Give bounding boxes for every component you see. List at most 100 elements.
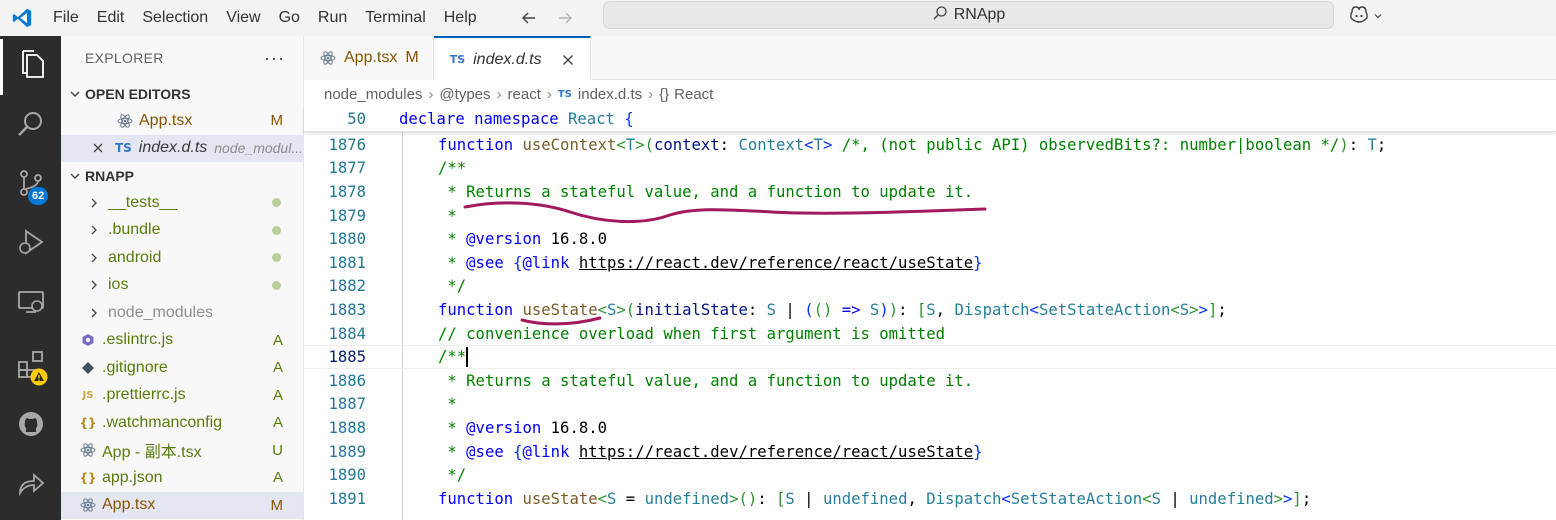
folder-item[interactable]: android: [61, 244, 303, 272]
project-section[interactable]: RNAPP: [61, 162, 303, 189]
code-row[interactable]: 1889 * @see {@link https://react.dev/ref…: [304, 440, 1556, 464]
breadcrumb-item[interactable]: node_modules: [324, 86, 422, 103]
code-row[interactable]: 1886 * Returns a stateful value, and a f…: [304, 369, 1556, 393]
open-editors-section[interactable]: OPEN EDITORS: [61, 80, 303, 107]
activity-bar: 62: [0, 36, 61, 520]
code-row[interactable]: 1877 /**: [304, 157, 1556, 181]
code-line: * @see {@link https://react.dev/referenc…: [438, 253, 983, 272]
git-status-badge: A: [272, 386, 283, 404]
open-editor-item[interactable]: TS index.d.ts node_modul...: [61, 134, 303, 162]
run-debug-icon: [16, 227, 46, 261]
code-row[interactable]: 1881 * @see {@link https://react.dev/ref…: [304, 251, 1556, 275]
file-name: .watchmanconfig: [102, 413, 223, 431]
text-cursor: [466, 347, 469, 368]
chevron-down-icon: [1373, 8, 1383, 25]
warning-icon: [30, 368, 48, 386]
breadcrumb-item[interactable]: react: [508, 86, 541, 103]
line-number: 1882: [328, 277, 366, 296]
breadcrumb-item[interactable]: index.d.ts: [578, 86, 642, 103]
sticky-scroll-line[interactable]: 50 declare namespace React {: [304, 108, 1556, 132]
code-line: function useContext<T>(context: Context<…: [438, 135, 1387, 154]
remote-explorer-activity-button[interactable]: [0, 276, 61, 332]
chevron-right-icon: ›: [648, 85, 654, 103]
file-item[interactable]: .gitignore A: [61, 354, 303, 382]
extensions-activity-button[interactable]: [0, 338, 61, 394]
folder-item[interactable]: node_modules: [61, 299, 303, 327]
github-activity-button[interactable]: [0, 398, 61, 454]
code-row-current[interactable]: 1885 /**: [304, 345, 1556, 369]
open-editor-name: index.d.ts: [138, 139, 208, 157]
file-item[interactable]: {} .watchmanconfig A: [61, 409, 303, 437]
source-control-activity-button[interactable]: 62: [0, 157, 61, 213]
tab-label: index.d.ts: [473, 50, 542, 68]
menu-file[interactable]: File: [44, 0, 88, 36]
menu-view[interactable]: View: [217, 0, 269, 36]
file-item[interactable]: .eslintrc.js A: [61, 327, 303, 355]
open-editor-item[interactable]: App.tsx M: [61, 107, 303, 135]
code-row[interactable]: 1878 * Returns a stateful value, and a f…: [304, 180, 1556, 204]
git-status-badge: M: [270, 112, 284, 130]
code-line: // convenience overload when first argum…: [438, 324, 945, 343]
code-row[interactable]: 1887 *: [304, 393, 1556, 417]
tab-app-tsx[interactable]: App.tsx M: [304, 36, 434, 80]
folder-name: __tests__: [108, 193, 178, 211]
breadcrumb-item[interactable]: React: [674, 86, 713, 103]
arrow-right-icon[interactable]: [554, 7, 576, 29]
file-item[interactable]: App - 副本.tsx U: [61, 437, 303, 465]
menu-bar: File Edit Selection View Go Run Terminal…: [44, 0, 486, 36]
chevron-right-icon: ›: [546, 85, 552, 103]
folder-name: .bundle: [108, 221, 161, 239]
code-row[interactable]: 1880 * @version 16.8.0: [304, 227, 1556, 251]
json-file-icon: {}: [79, 470, 97, 485]
react-file-icon: [116, 112, 134, 130]
file-name: App.tsx: [102, 496, 156, 514]
explorer-activity-button[interactable]: [0, 39, 61, 95]
folder-item[interactable]: __tests__: [61, 189, 303, 217]
typescript-file-icon: TS: [114, 141, 132, 156]
code-row[interactable]: 1890 */: [304, 463, 1556, 487]
modified-dot: [272, 280, 281, 290]
menu-go[interactable]: Go: [270, 0, 309, 36]
menu-help[interactable]: Help: [435, 0, 486, 36]
code-row[interactable]: 1876 function useContext<T>(context: Con…: [304, 133, 1556, 157]
run-debug-activity-button[interactable]: [0, 216, 61, 272]
file-item[interactable]: {} app.json A: [61, 464, 303, 492]
breadcrumb-item[interactable]: @types: [439, 86, 490, 103]
code-row[interactable]: 1888 * @version 16.8.0: [304, 416, 1556, 440]
code-line: * @see {@link https://react.dev/referenc…: [438, 442, 983, 461]
code-row[interactable]: 1884 // convenience overload when first …: [304, 322, 1556, 346]
folder-item[interactable]: ios: [61, 272, 303, 300]
close-icon[interactable]: [560, 52, 576, 68]
tab-index-d-ts[interactable]: TS index.d.ts: [433, 36, 591, 81]
live-share-activity-button[interactable]: [0, 458, 61, 514]
line-number: 50: [347, 110, 366, 129]
code-row[interactable]: 1883 function useState<S>(initialState: …: [304, 298, 1556, 322]
code-line: */: [438, 277, 467, 296]
menu-selection[interactable]: Selection: [133, 0, 217, 36]
modified-tag: M: [405, 49, 419, 66]
command-center-search[interactable]: RNApp: [603, 1, 1334, 29]
arrow-left-icon[interactable]: [518, 7, 540, 29]
file-item[interactable]: JS .prettierrc.js A: [61, 382, 303, 410]
more-actions-icon[interactable]: ···: [264, 48, 285, 69]
line-number: 1883: [328, 300, 366, 319]
code-row[interactable]: 1882 */: [304, 275, 1556, 299]
chevron-right-icon: [85, 276, 103, 294]
line-number: 1888: [328, 418, 366, 437]
close-icon[interactable]: [91, 141, 105, 155]
code-editor[interactable]: 50 declare namespace React { 1876 functi…: [304, 108, 1556, 520]
code-row[interactable]: 1879 *: [304, 204, 1556, 228]
folder-item[interactable]: .bundle: [61, 217, 303, 245]
line-number: 1890: [328, 466, 366, 485]
copilot-button[interactable]: [1348, 5, 1388, 27]
menu-edit[interactable]: Edit: [88, 0, 134, 36]
menu-terminal[interactable]: Terminal: [356, 0, 434, 36]
chevron-right-icon: ›: [496, 85, 502, 103]
file-item[interactable]: App.tsx M: [61, 491, 303, 519]
modified-dot: [272, 253, 281, 263]
react-file-icon: [79, 496, 97, 514]
search-activity-button[interactable]: [0, 98, 61, 154]
chevron-down-icon: [67, 168, 83, 184]
code-row[interactable]: 1891 function useState<S = undefined>():…: [304, 487, 1556, 511]
menu-run[interactable]: Run: [309, 0, 356, 36]
